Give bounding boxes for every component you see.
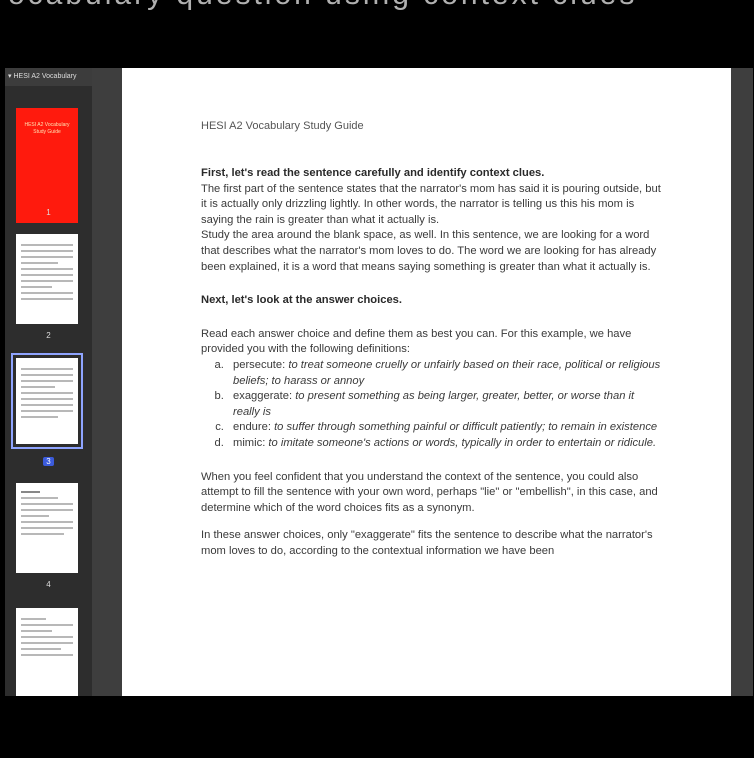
page-gutter [92, 68, 122, 696]
thumbnail-page-1[interactable]: HESI A2 Vocabulary Study Guide [16, 108, 78, 223]
answer-choice: endure: to suffer through something pain… [227, 420, 661, 436]
thumbnail-page-3[interactable] [11, 353, 83, 449]
paragraph: Study the area around the blank space, a… [201, 229, 657, 273]
cover-title: HESI A2 Vocabulary Study Guide [24, 122, 70, 135]
paragraph: The first part of the sentence states th… [201, 182, 661, 226]
video-top-bar: ocabulary question using context clues [0, 0, 754, 68]
paragraph: Read each answer choice and define them … [201, 327, 632, 356]
thumbnail-page-number: 1 [46, 208, 51, 217]
thumbnail-page-number-active: 3 [5, 457, 92, 466]
thumbnail-page-5[interactable] [16, 608, 78, 696]
document-page: HESI A2 Vocabulary Study Guide First, le… [122, 68, 731, 696]
document-header: HESI A2 Vocabulary Study Guide [201, 120, 364, 132]
paragraph: In these answer choices, only "exaggerat… [201, 529, 653, 557]
thumbnail-page-2[interactable] [16, 234, 78, 324]
thumbnail-page-number: 2 [46, 331, 51, 340]
video-bottom-bar [0, 696, 754, 758]
thumbnail-page-number: 4 [46, 580, 51, 589]
section-heading-answer-choices: Next, let's look at the answer choices. [201, 294, 402, 307]
answer-choice: persecute: to treat someone cruelly or u… [227, 358, 661, 389]
answer-choice: mimic: to imitate someone's actions or w… [227, 436, 661, 452]
answer-choices-list: persecute: to treat someone cruelly or u… [201, 358, 661, 452]
video-caption: ocabulary question using context clues [8, 0, 748, 12]
thumbnail-sidebar: ▾ HESI A2 Vocabulary HESI A2 Vocabulary … [5, 68, 93, 696]
pdf-viewer: ▾ HESI A2 Vocabulary HESI A2 Vocabulary … [5, 68, 753, 696]
document-body: First, let's read the sentence carefully… [201, 166, 661, 559]
paragraph: When you feel confident that you underst… [201, 470, 658, 514]
answer-choice: exaggerate: to present something as bein… [227, 389, 661, 420]
section-heading-context-clues: First, let's read the sentence carefully… [201, 167, 545, 179]
viewer-right-margin [731, 68, 753, 696]
thumbnail-page-4[interactable] [16, 483, 78, 573]
sidebar-title[interactable]: ▾ HESI A2 Vocabulary [5, 68, 92, 86]
